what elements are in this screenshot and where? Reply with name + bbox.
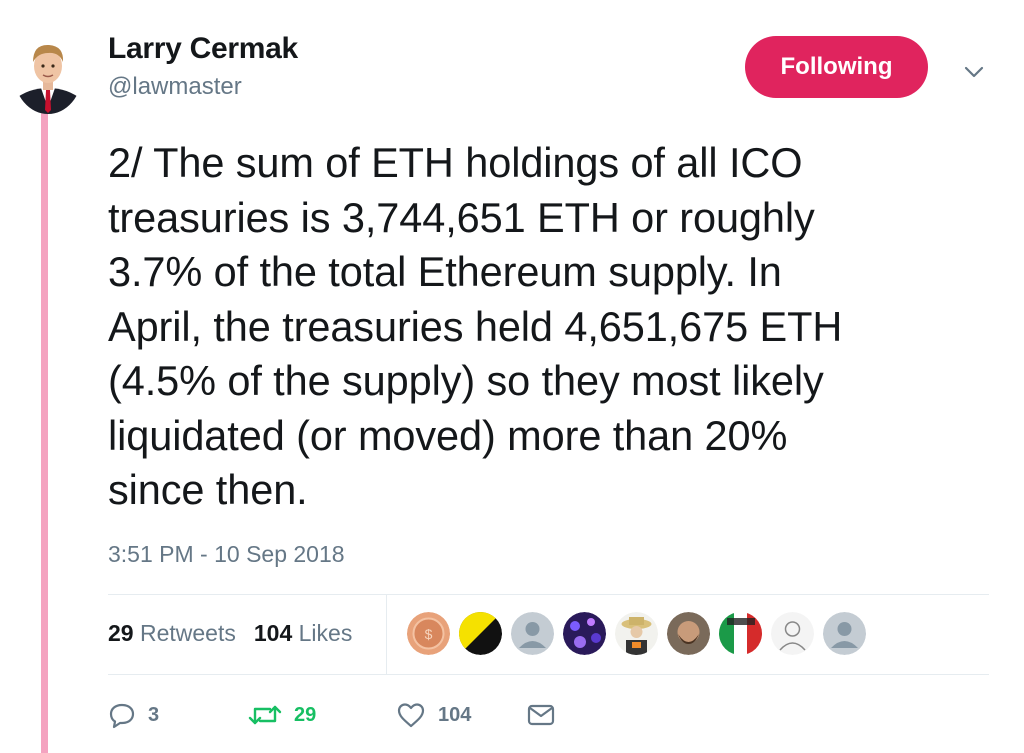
action-bar: 3 29 104 (108, 697, 556, 733)
tweet-timestamp[interactable]: 3:51 PM - 10 Sep 2018 (108, 541, 345, 568)
retweets-label: Retweets (139, 620, 236, 646)
tweet-text-line: 2/ The sum of ETH holdings of all ICO (108, 139, 803, 186)
tweet-text-line: since then. (108, 466, 308, 513)
bearded-man-avatar[interactable] (667, 612, 710, 655)
reply-button[interactable]: 3 (108, 701, 248, 729)
tweet-text-line: treasuries is 3,744,651 ETH or roughly (108, 193, 815, 241)
coin-avatar[interactable]: $ (407, 612, 450, 655)
retweets-count: 29 (108, 620, 134, 646)
likes-stat[interactable]: 104 Likes (254, 620, 352, 647)
black-yellow-flag-avatar[interactable] (459, 612, 502, 655)
tweet-text-line: liquidated (or moved) more than 20% (108, 411, 788, 459)
default-avatar[interactable] (823, 612, 866, 655)
svg-text:$: $ (425, 626, 433, 642)
tweet-text-line: 3.7% of the total Ethereum supply. In (108, 248, 782, 295)
italy-flag-avatar[interactable] (719, 612, 762, 655)
retweets-stat[interactable]: 29 Retweets (108, 620, 236, 647)
tweet-page: Larry Cermak @lawmaster Following 2/ The… (0, 0, 1024, 753)
hat-person-avatar[interactable] (615, 612, 658, 655)
stats-separator (386, 594, 387, 674)
tweet-text: 2/ The sum of ETH holdings of all ICO tr… (108, 136, 998, 518)
like-count: 104 (438, 703, 472, 726)
reply-count: 3 (148, 703, 160, 726)
default-avatar[interactable] (511, 612, 554, 655)
reply-icon (109, 703, 135, 729)
likes-label: Likes (298, 620, 353, 646)
chevron-down-icon[interactable] (960, 58, 988, 86)
heart-icon (397, 703, 425, 728)
following-button[interactable]: Following (745, 36, 928, 98)
likes-count: 104 (253, 620, 293, 646)
direct-message-button[interactable] (526, 703, 556, 727)
purple-crowd-avatar[interactable] (563, 612, 606, 655)
tweet-text-line: (4.5% of the supply) so they most likely (108, 357, 824, 404)
tweet-stats: 29 Retweets 104 Likes (108, 620, 352, 647)
author-display-name[interactable]: Larry Cermak (108, 32, 298, 66)
envelope-icon (527, 704, 555, 726)
retweet-icon (248, 705, 282, 725)
retweet-count: 29 (294, 703, 317, 726)
like-button[interactable]: 104 (396, 701, 526, 729)
author-avatar[interactable] (14, 34, 82, 114)
divider (108, 674, 989, 675)
author-handle[interactable]: @lawmaster (108, 73, 242, 101)
thread-line (41, 110, 48, 753)
tweet-text-line: April, the treasuries held 4,651,675 ETH (108, 302, 843, 350)
retweet-button[interactable]: 29 (248, 701, 396, 729)
liker-avatars: $ (407, 612, 866, 655)
divider (108, 594, 989, 595)
sketch-person-avatar[interactable] (771, 612, 814, 655)
